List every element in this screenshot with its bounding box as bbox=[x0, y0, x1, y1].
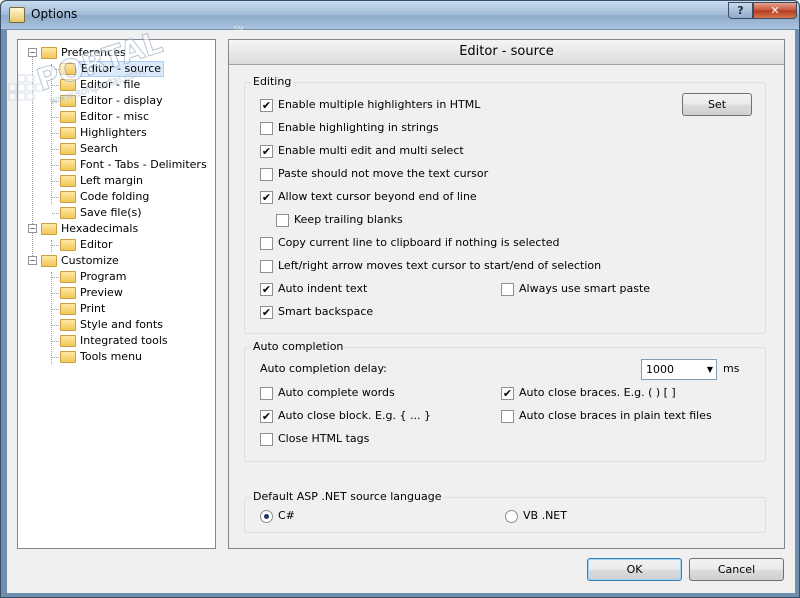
delay-value: 1000 bbox=[646, 363, 674, 376]
folder-icon bbox=[60, 143, 76, 155]
folder-icon bbox=[60, 95, 76, 107]
editing-group-title: Editing bbox=[251, 75, 294, 88]
asp-language-group-title: Default ASP .NET source language bbox=[251, 490, 444, 503]
asp-language-group: Default ASP .NET source language C# VB .… bbox=[244, 490, 766, 533]
collapse-icon[interactable]: − bbox=[28, 224, 37, 233]
tree-item-label: Hexadecimals bbox=[61, 222, 139, 235]
tree-item-label: Editor bbox=[80, 238, 113, 251]
folder-icon bbox=[60, 239, 76, 251]
tree-item-label: Editor - misc bbox=[80, 110, 150, 123]
folder-icon bbox=[41, 255, 57, 267]
checkbox-checked-icon[interactable]: ✔ bbox=[260, 191, 273, 204]
auto-completion-group: Auto completion Auto completion delay: 1… bbox=[244, 340, 766, 462]
window-title: Options bbox=[31, 7, 78, 21]
dialog-client-area: − Preferences Editor - source Editor - f… bbox=[7, 30, 795, 593]
folder-icon bbox=[60, 271, 76, 283]
radio-unselected-icon[interactable] bbox=[505, 510, 518, 523]
folder-icon bbox=[60, 287, 76, 299]
editing-group: Editing Set ✔ Enable multiple highlighte… bbox=[244, 75, 766, 334]
delay-label: Auto completion delay: bbox=[260, 362, 387, 375]
folder-icon bbox=[60, 207, 76, 219]
checkbox-checked-icon[interactable]: ✔ bbox=[260, 145, 273, 158]
checkbox-unchecked-icon[interactable] bbox=[276, 214, 289, 227]
folder-icon bbox=[60, 303, 76, 315]
set-button[interactable]: Set bbox=[682, 93, 752, 116]
tree-item-label: Preview bbox=[80, 286, 123, 299]
folder-icon bbox=[41, 47, 57, 59]
tree-item-label: Print bbox=[80, 302, 106, 315]
title-bar[interactable]: Options ? ✕ bbox=[1, 1, 799, 29]
tree-item-label: Editor - display bbox=[80, 94, 163, 107]
ok-button[interactable]: OK bbox=[587, 558, 682, 581]
folder-icon bbox=[60, 127, 76, 139]
dropdown-arrow-icon[interactable]: ▼ bbox=[707, 360, 713, 379]
tree-item-label: Integrated tools bbox=[80, 334, 168, 347]
tree-line bbox=[51, 272, 52, 364]
collapse-icon[interactable]: − bbox=[28, 48, 37, 57]
checkbox-unchecked-icon[interactable] bbox=[260, 168, 273, 181]
delay-dropdown[interactable]: 1000 ▼ bbox=[641, 359, 717, 380]
tree-item-label: Preferences bbox=[61, 46, 126, 59]
tree-item-label: Highlighters bbox=[80, 126, 147, 139]
checkbox-checked-icon[interactable]: ✔ bbox=[260, 306, 273, 319]
collapse-icon[interactable]: − bbox=[28, 256, 37, 265]
tree-item-label: Style and fonts bbox=[80, 318, 163, 331]
help-button[interactable]: ? bbox=[728, 2, 753, 19]
folder-icon bbox=[60, 111, 76, 123]
checkbox-checked-icon[interactable]: ✔ bbox=[501, 387, 514, 400]
settings-panel: Editor - source Editing Set ✔ Enable mul… bbox=[228, 39, 785, 549]
folder-icon bbox=[60, 351, 76, 363]
tree-item-label: Font - Tabs - Delimiters bbox=[80, 158, 207, 171]
checkbox-checked-icon[interactable]: ✔ bbox=[260, 410, 273, 423]
options-tree[interactable]: − Preferences Editor - source Editor - f… bbox=[17, 39, 216, 549]
tree-line bbox=[51, 240, 52, 252]
tree-item-label: Editor - file bbox=[80, 78, 141, 91]
close-button[interactable]: ✕ bbox=[753, 2, 797, 19]
options-app-icon bbox=[9, 7, 25, 23]
tree-item-label: Tools menu bbox=[80, 350, 143, 363]
checkbox-unchecked-icon[interactable] bbox=[501, 283, 514, 296]
tree-item-label: Code folding bbox=[80, 190, 150, 203]
tree-item-label: Save file(s) bbox=[80, 206, 142, 219]
folder-icon bbox=[60, 191, 76, 203]
folder-icon bbox=[60, 79, 76, 91]
checkbox-unchecked-icon[interactable] bbox=[501, 410, 514, 423]
checkbox-checked-icon[interactable]: ✔ bbox=[260, 283, 273, 296]
folder-icon bbox=[60, 335, 76, 347]
checkbox-checked-icon[interactable]: ✔ bbox=[260, 99, 273, 112]
delay-unit: ms bbox=[723, 362, 740, 375]
tree-item-label: Program bbox=[80, 270, 127, 283]
checkbox-unchecked-icon[interactable] bbox=[260, 122, 273, 135]
panel-title: Editor - source bbox=[229, 40, 784, 65]
checkbox-unchecked-icon[interactable] bbox=[260, 387, 273, 400]
folder-icon bbox=[60, 175, 76, 187]
checkbox-unchecked-icon[interactable] bbox=[260, 237, 273, 250]
tree-item-label: Editor - source bbox=[78, 61, 165, 77]
folder-icon bbox=[60, 319, 76, 331]
tree-item-label: Left margin bbox=[80, 174, 143, 187]
cancel-button[interactable]: Cancel bbox=[689, 558, 784, 581]
tree-item-label: Search bbox=[80, 142, 118, 155]
folder-icon bbox=[41, 223, 57, 235]
options-window: Options ? ✕ − Preferences Editor - sourc… bbox=[0, 0, 800, 598]
folder-icon bbox=[60, 63, 76, 75]
checkbox-unchecked-icon[interactable] bbox=[260, 433, 273, 446]
folder-icon bbox=[60, 159, 76, 171]
checkbox-unchecked-icon[interactable] bbox=[260, 260, 273, 273]
radio-selected-icon[interactable] bbox=[260, 510, 273, 523]
auto-completion-group-title: Auto completion bbox=[251, 340, 346, 353]
tree-item-label: Customize bbox=[61, 254, 119, 267]
